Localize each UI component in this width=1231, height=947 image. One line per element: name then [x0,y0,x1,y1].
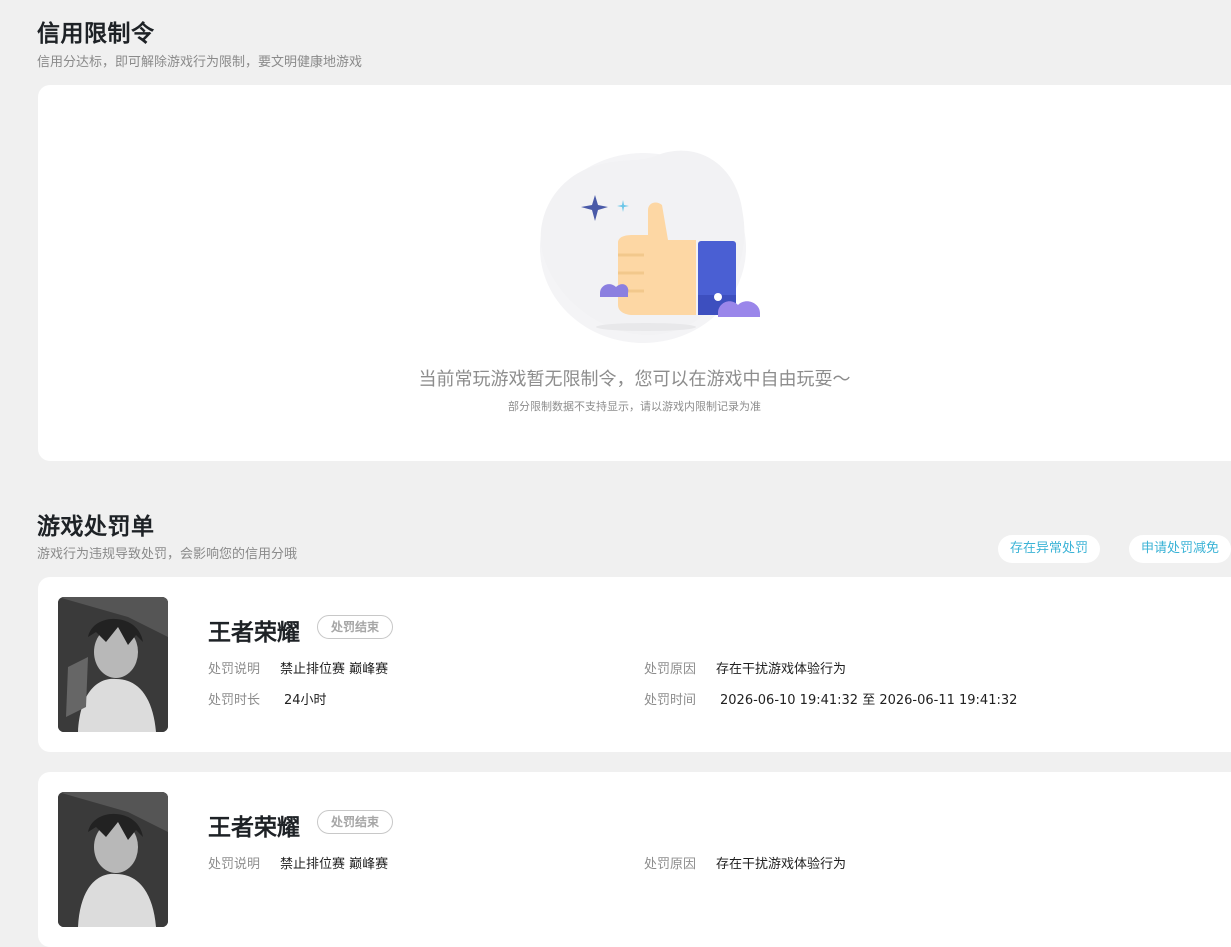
empty-message: 当前常玩游戏暂无限制令，您可以在游戏中自由玩耍～ [418,369,851,390]
desc-label: 处罚说明 [208,857,261,872]
desc-label: 处罚说明 [208,662,261,677]
game-name: 王者荣耀 [208,620,300,646]
time-value: 2026-06-10 19:41:32 至 2026-06-11 19:41:3… [720,693,1018,708]
penalty-card[interactable]: 王者荣耀 处罚结束 处罚说明 禁止排位赛 巅峰赛 处罚原因 存在干扰游戏体验行为… [38,577,1231,752]
status-badge: 处罚结束 [317,810,394,834]
thumbs-up-illustration [540,150,760,343]
penalty-section-subtitle: 游戏行为违规导致处罚，会影响您的信用分哦 [37,547,298,562]
reason-value: 存在干扰游戏体验行为 [716,857,847,872]
game-thumbnail [58,597,168,732]
appeal-penalty-button[interactable]: 申请处罚减免 [1129,535,1231,563]
credit-section-subtitle: 信用分达标，即可解除游戏行为限制，要文明健康地游戏 [37,55,363,70]
status-badge: 处罚结束 [317,615,394,639]
credit-empty-card: 当前常玩游戏暂无限制令，您可以在游戏中自由玩耍～ 部分限制数据不支持显示，请以游… [38,85,1231,461]
desc-value: 禁止排位赛 巅峰赛 [280,662,389,677]
credit-section-title: 信用限制令 [37,21,155,47]
abnormal-penalty-button[interactable]: 存在异常处罚 [998,535,1101,563]
game-name: 王者荣耀 [208,815,300,841]
penalty-section-title: 游戏处罚单 [37,514,155,540]
duration-value: 24小时 [284,693,327,708]
empty-note: 部分限制数据不支持显示，请以游戏内限制记录为准 [508,400,761,413]
reason-value: 存在干扰游戏体验行为 [716,662,847,677]
time-label: 处罚时间 [644,693,697,708]
desc-value: 禁止排位赛 巅峰赛 [280,857,389,872]
reason-label: 处罚原因 [644,662,697,677]
reason-label: 处罚原因 [644,857,697,872]
duration-label: 处罚时长 [208,693,261,708]
